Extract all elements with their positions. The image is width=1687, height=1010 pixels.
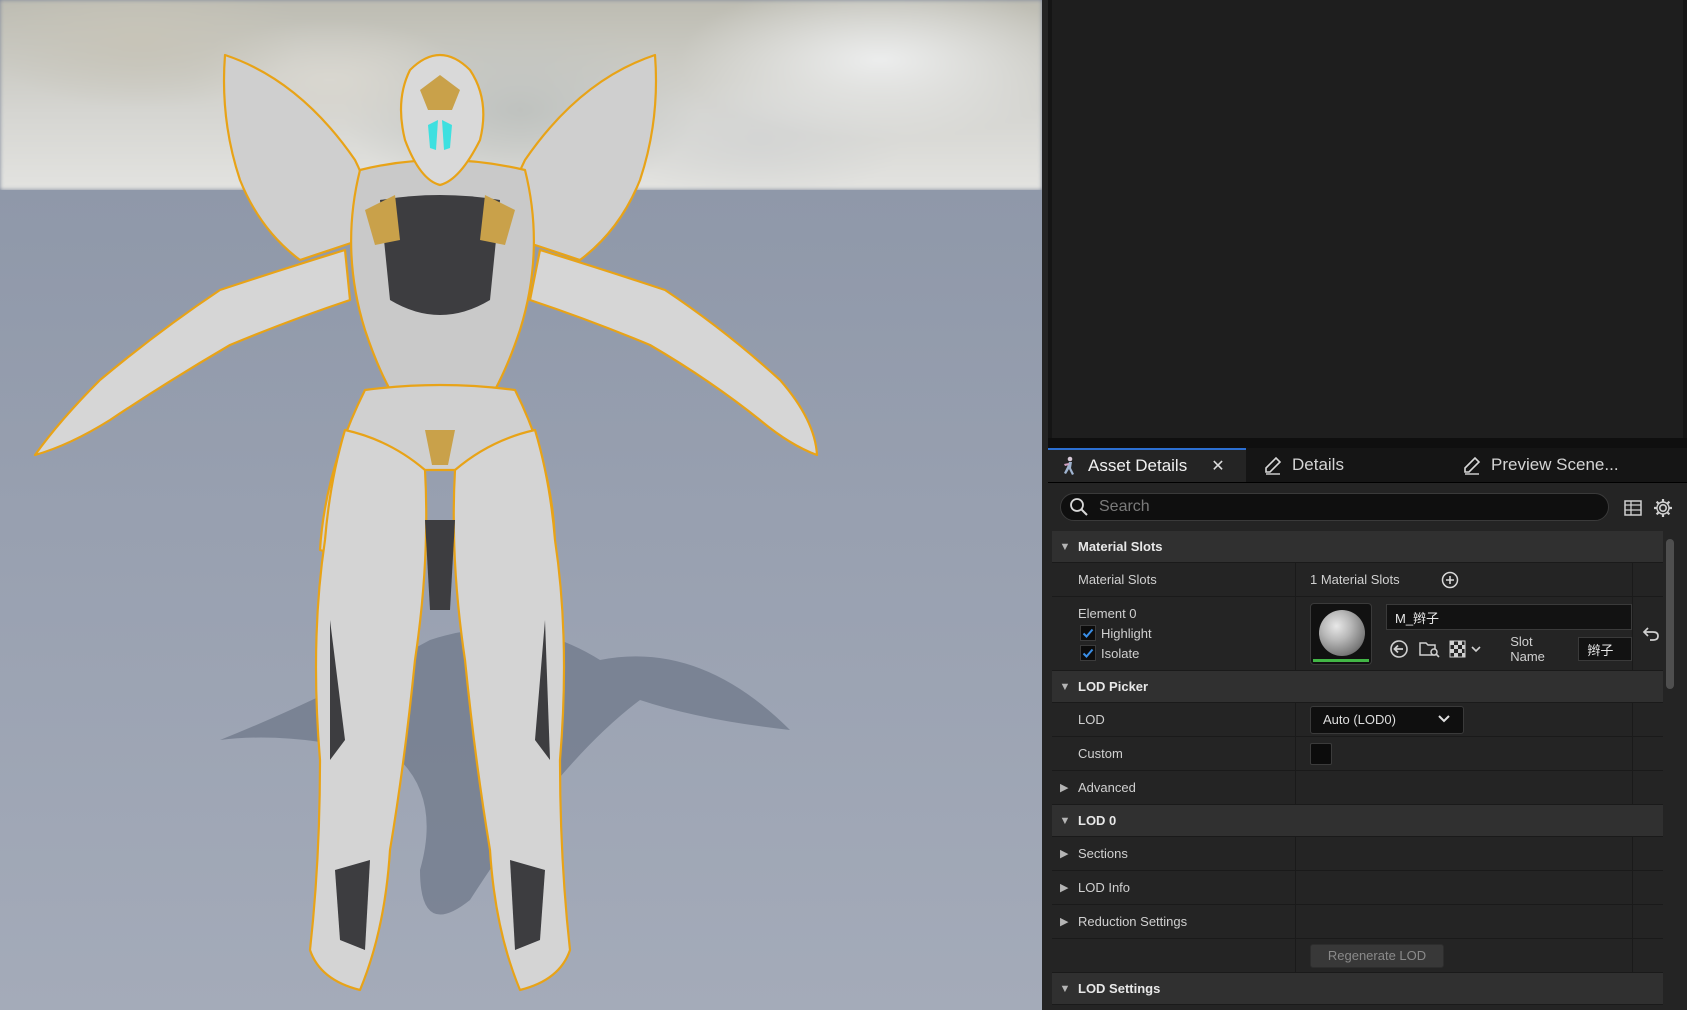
regenerate-row: Regenerate LOD <box>1052 939 1663 973</box>
expand-down-icon: ▼ <box>1059 814 1071 827</box>
tab-preview-scene[interactable]: Preview Scene... <box>1453 448 1683 482</box>
material-options-icon[interactable] <box>1448 636 1488 662</box>
custom-row: Custom <box>1052 737 1663 771</box>
reduction-settings-row[interactable]: ▶ Reduction Settings <box>1052 905 1663 939</box>
category-material-slots[interactable]: ▼ Material Slots <box>1052 531 1663 563</box>
category-title: LOD Picker <box>1078 679 1149 694</box>
sections-label: Sections <box>1078 846 1128 861</box>
expand-right-icon: ▶ <box>1060 782 1069 794</box>
close-tab-icon[interactable]: ✕ <box>1211 456 1224 476</box>
highlight-checkbox[interactable] <box>1080 625 1096 641</box>
expand-right-icon: ▶ <box>1060 882 1069 894</box>
search-box[interactable] <box>1060 493 1609 521</box>
isolate-label: Isolate <box>1101 645 1140 661</box>
add-material-slot-icon[interactable] <box>1440 570 1460 590</box>
expand-down-icon: ▼ <box>1059 540 1071 553</box>
advanced-row[interactable]: ▶ Advanced <box>1052 771 1663 805</box>
character-mesh-preview[interactable] <box>0 0 1042 1010</box>
lod-info-name-cell: ▶ LOD Info <box>1052 871 1296 904</box>
advanced-label: Advanced <box>1078 780 1136 795</box>
3d-viewport[interactable] <box>0 0 1042 1010</box>
property-list: ▼ Material Slots Material Slots 1 Materi… <box>1052 531 1663 1005</box>
sections-row[interactable]: ▶ Sections <box>1052 837 1663 871</box>
sections-name-cell: ▶ Sections <box>1052 837 1296 870</box>
category-lod0[interactable]: ▼ LOD 0 <box>1052 805 1663 837</box>
custom-label: Custom <box>1052 737 1296 770</box>
search-icon <box>1069 497 1095 517</box>
custom-checkbox[interactable] <box>1310 742 1332 765</box>
custom-value-cell <box>1296 737 1633 770</box>
reduction-settings-label: Reduction Settings <box>1078 914 1188 929</box>
element-value-cell: M_辫子 Slot Name 辫子 <box>1296 597 1659 670</box>
search-bar <box>1048 483 1687 531</box>
settings-gear-icon[interactable] <box>1652 497 1674 519</box>
asset-details-panel: ▼ Material Slots Material Slots 1 Materi… <box>1048 483 1687 1010</box>
reset-to-default-icon[interactable] <box>1640 623 1662 645</box>
reduction-name-cell: ▶ Reduction Settings <box>1052 905 1296 938</box>
browse-to-asset-icon[interactable] <box>1417 636 1443 662</box>
use-selected-asset-icon[interactable] <box>1386 636 1412 662</box>
panel-splitter[interactable] <box>1048 438 1687 448</box>
material-name-field[interactable]: M_辫子 <box>1386 604 1632 630</box>
table-view-icon[interactable] <box>1622 497 1644 519</box>
category-lod-picker[interactable]: ▼ LOD Picker <box>1052 671 1663 703</box>
details-tab-bar: Asset Details ✕ Details Preview Scene... <box>1048 448 1687 483</box>
expand-right-icon: ▶ <box>1060 916 1069 928</box>
highlight-toggle[interactable]: Highlight <box>1080 625 1152 641</box>
slot-name-input[interactable]: 辫子 <box>1578 637 1633 661</box>
material-thumbnail[interactable] <box>1310 602 1372 665</box>
material-slot-count: 1 Material Slots <box>1310 572 1400 587</box>
advanced-name-cell: ▶ Advanced <box>1052 771 1296 804</box>
lod-info-row[interactable]: ▶ LOD Info <box>1052 871 1663 905</box>
lod-info-label: LOD Info <box>1078 880 1131 895</box>
expand-down-icon: ▼ <box>1059 680 1071 693</box>
category-title: LOD 0 <box>1078 813 1117 828</box>
element-name-cell: Element 0 Highlight Isolate <box>1052 597 1296 670</box>
skeletal-mesh-icon <box>1058 455 1080 477</box>
category-title: Material Slots <box>1078 539 1163 554</box>
lod-dropdown[interactable]: Auto (LOD0) <box>1310 705 1464 734</box>
lod-value-cell: Auto (LOD0) <box>1296 703 1633 736</box>
regenerate-cell: Regenerate LOD <box>1296 939 1633 972</box>
lod-label: LOD <box>1052 703 1296 736</box>
category-lod-settings[interactable]: ▼ LOD Settings <box>1052 973 1663 1005</box>
regenerate-lod-button[interactable]: Regenerate LOD <box>1310 943 1444 968</box>
lod-selected-value: Auto (LOD0) <box>1323 712 1396 727</box>
right-panel: Asset Details ✕ Details Preview Scene... <box>1048 0 1687 1010</box>
tab-details-label: Details <box>1292 455 1344 474</box>
preview-scene-pencil-icon <box>1461 454 1483 476</box>
details-pencil-icon <box>1262 454 1284 476</box>
chevron-down-icon <box>1437 712 1451 727</box>
search-input[interactable] <box>1097 497 1601 517</box>
highlight-label: Highlight <box>1101 625 1152 641</box>
expand-right-icon: ▶ <box>1060 848 1069 860</box>
material-tools: Slot Name 辫子 <box>1386 634 1633 664</box>
tab-details[interactable]: Details <box>1254 448 1434 482</box>
material-valid-bar <box>1313 658 1369 662</box>
secondary-preview-area <box>1052 0 1683 438</box>
category-title: LOD Settings <box>1078 981 1161 996</box>
tab-asset-details-label: Asset Details <box>1088 456 1188 475</box>
lod-row: LOD Auto (LOD0) <box>1052 703 1663 737</box>
material-slots-row: Material Slots 1 Material Slots <box>1052 563 1663 597</box>
material-element-row: Element 0 Highlight Isolate M_辫子 Slot Na… <box>1052 597 1663 671</box>
material-slots-label: Material Slots <box>1052 563 1296 596</box>
expand-down-icon: ▼ <box>1059 982 1071 995</box>
tab-asset-details[interactable]: Asset Details ✕ <box>1048 448 1246 482</box>
isolate-checkbox[interactable] <box>1080 645 1096 661</box>
isolate-toggle[interactable]: Isolate <box>1080 645 1139 661</box>
slot-name-label: Slot Name <box>1510 634 1545 664</box>
details-scrollbar[interactable] <box>1664 537 1676 1010</box>
element-label: Element 0 <box>1078 606 1137 621</box>
tab-preview-scene-label: Preview Scene... <box>1491 455 1619 474</box>
scrollbar-thumb[interactable] <box>1666 539 1674 689</box>
material-slots-value: 1 Material Slots <box>1296 563 1633 596</box>
